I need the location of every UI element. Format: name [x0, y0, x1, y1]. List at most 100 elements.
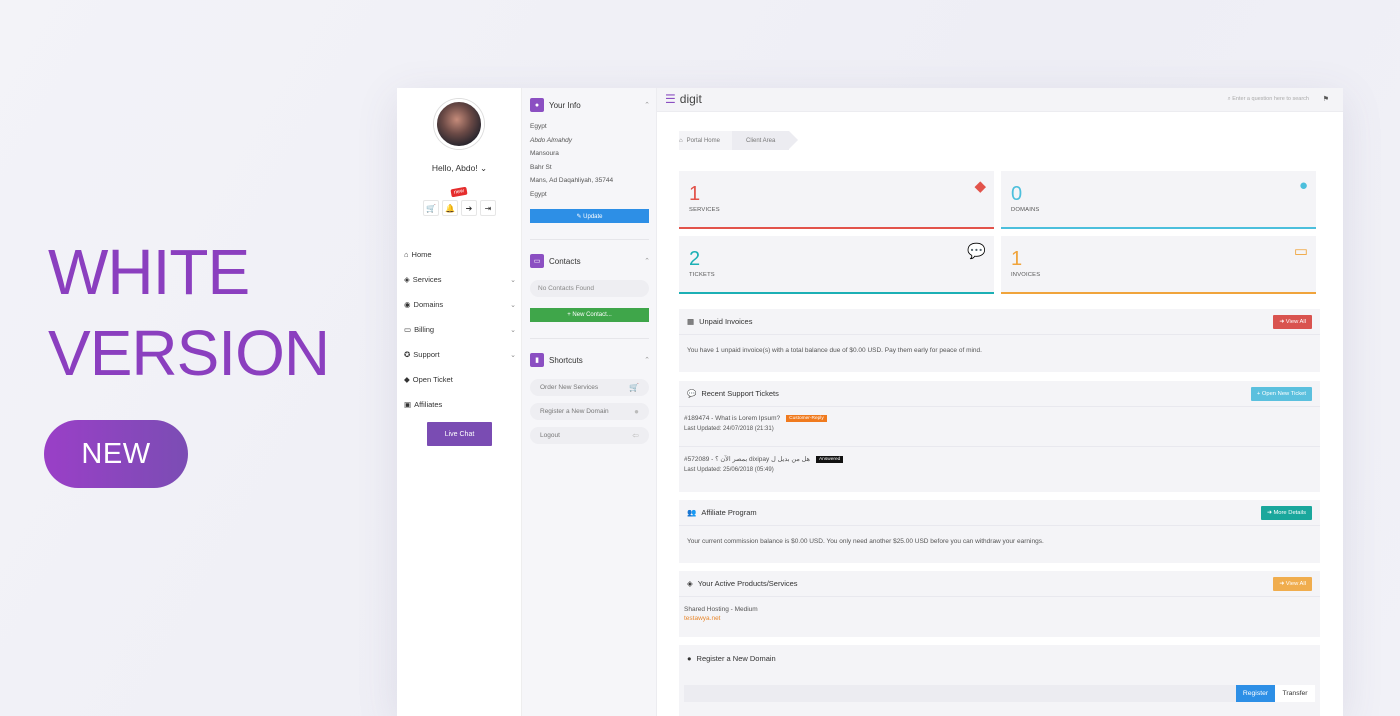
promo-new-badge: NEW — [44, 420, 188, 488]
avatar[interactable] — [434, 99, 484, 149]
topbar: ☰ digit ⌕ Enter a question here to search… — [657, 88, 1343, 112]
globe-icon: ● — [687, 653, 692, 663]
sidebar-item-home[interactable]: ⌂ Home — [404, 242, 516, 267]
stat-services[interactable]: 1 SERVICES ◆ — [679, 171, 994, 229]
sidebar: Hello, Abdo! ⌄ new 🛒 🔔 ➔ ⇥ ⌂ Home ◈ Servic… — [397, 88, 522, 716]
cart-icon: 🛒 — [629, 383, 639, 392]
globe-icon: ● — [1298, 177, 1308, 194]
sidebar-item-support[interactable]: ✪ Support ⌄ — [404, 342, 516, 367]
open-new-ticket-button[interactable]: + Open New Ticket — [1250, 386, 1312, 401]
stat-bar — [1001, 227, 1316, 229]
divider — [530, 239, 649, 240]
more-details-button[interactable]: ➜ More Details — [1260, 505, 1312, 520]
shortcuts-header[interactable]: ▮ Shortcuts ⌃ — [530, 352, 650, 368]
ticket-icon: ◆ — [404, 375, 410, 384]
active-products-panel: ◈ Your Active Products/Services ➜ View Al… — [679, 571, 1320, 637]
sidebar-item-billing[interactable]: ▭ Billing ⌄ — [404, 317, 516, 342]
chevron-up-icon[interactable]: ⌃ — [644, 356, 650, 364]
shortcut-register-domain[interactable]: Register a New Domain ● — [530, 403, 649, 420]
your-info-details: Egypt Abdo Almahdy Mansoura Bahr St Mans… — [530, 123, 614, 198]
logout-icon[interactable]: ⇥ — [480, 200, 496, 216]
status-badge: Answered — [815, 455, 844, 463]
bookmark-icon: ▮ — [530, 353, 544, 367]
greeting[interactable]: Hello, Abdo! ⌄ — [397, 163, 522, 174]
stat-bar — [679, 227, 994, 229]
search-icon: ⌕ — [1227, 96, 1231, 102]
shortcut-order-services[interactable]: Order New Services 🛒 — [530, 379, 649, 396]
breadcrumb: ⌂ Portal Home Client Area — [679, 131, 799, 150]
sidebar-item-affiliates[interactable]: ▣ Affiliates — [404, 392, 516, 417]
credit-card-icon: ▭ — [1293, 243, 1308, 260]
money-icon: ▣ — [404, 400, 412, 409]
sidebar-item-services[interactable]: ◈ Services ⌄ — [404, 267, 516, 292]
credit-card-icon: ▭ — [404, 325, 412, 334]
stat-domains[interactable]: 0 DOMAINS ● — [1001, 171, 1316, 229]
your-info-header[interactable]: ● Your Info ⌃ — [530, 97, 650, 113]
chevron-down-icon: ⌄ — [480, 163, 488, 173]
cart-icon[interactable]: 🛒 — [423, 200, 439, 216]
contacts-header[interactable]: ▭ Contacts ⌃ — [530, 253, 650, 269]
cube-icon: ◈ — [687, 579, 693, 588]
globe-icon: ● — [634, 407, 639, 416]
affiliate-panel: 👥 Affiliate Program ➜ More Details Your c… — [679, 500, 1320, 563]
no-contacts-text: No Contacts Found — [530, 280, 649, 297]
lifebuoy-icon: ✪ — [404, 350, 411, 359]
language-icon[interactable]: ⚑ — [1323, 95, 1329, 103]
register-domain-panel: ● Register a New Domain Register Transfer — [679, 645, 1320, 716]
cube-icon: ◆ — [974, 178, 986, 195]
cube-icon: ◈ — [404, 275, 410, 284]
product-domain-link[interactable]: testawya.net — [684, 615, 1315, 622]
chevron-up-icon[interactable]: ⌃ — [644, 101, 650, 109]
sidebar-item-open-ticket[interactable]: ◆ Open Ticket — [404, 367, 516, 392]
main-content: ☰ digit ⌕ Enter a question here to search… — [657, 88, 1343, 716]
quick-icons: 🛒 🔔 ➔ ⇥ — [423, 200, 496, 216]
stat-invoices[interactable]: 1 INVOICES ▭ — [1001, 236, 1316, 294]
unpaid-invoices-panel: ▦ Unpaid Invoices ➜ View All You have 1 u… — [679, 309, 1320, 372]
sidebar-item-domains[interactable]: ◉ Domains ⌄ — [404, 292, 516, 317]
transfer-button[interactable]: Transfer — [1275, 685, 1315, 702]
update-button[interactable]: ✎ Update — [530, 209, 649, 223]
logo[interactable]: ☰ digit — [665, 92, 702, 106]
info-column: ● Your Info ⌃ Egypt Abdo Almahdy Mansoura… — [522, 88, 657, 716]
chevron-up-icon[interactable]: ⌃ — [644, 257, 650, 265]
product-item[interactable]: Shared Hosting - Medium testawya.net — [679, 597, 1320, 622]
promo-line-2: VERSION — [48, 317, 330, 389]
divider — [530, 338, 649, 339]
search-input[interactable]: ⌕ Enter a question here to search — [1228, 96, 1309, 103]
domain-search-input[interactable] — [684, 685, 1236, 702]
chevron-down-icon: ⌄ — [510, 276, 516, 284]
ticket-row[interactable]: #572089 - بمصر الآن ؟ dixipay هل من بديل… — [679, 447, 1320, 473]
stat-tickets[interactable]: 2 TICKETS 💬 — [679, 236, 994, 294]
support-tickets-panel: 💬 Recent Support Tickets + Open New Ticke… — [679, 381, 1320, 492]
home-icon: ⌂ — [679, 137, 683, 144]
stat-bar — [1001, 292, 1316, 294]
user-icon: ● — [530, 98, 544, 112]
view-all-invoices-button[interactable]: ➜ View All — [1273, 314, 1312, 329]
app-window: Hello, Abdo! ⌄ new 🛒 🔔 ➔ ⇥ ⌂ Home ◈ Servic… — [397, 88, 1343, 716]
register-button[interactable]: Register — [1236, 685, 1275, 702]
stat-bar — [679, 292, 994, 294]
unpaid-invoices-text: You have 1 unpaid invoice(s) with a tota… — [687, 347, 982, 354]
affiliate-text: Your current commission balance is $0.00… — [687, 538, 1044, 545]
bell-icon[interactable]: 🔔 — [442, 200, 458, 216]
promo-title: WHITE VERSION — [48, 232, 330, 394]
status-badge: Customer-Reply — [786, 415, 827, 422]
comments-icon: 💬 — [687, 389, 697, 398]
calculator-icon: ▦ — [687, 317, 695, 326]
arrow-right-icon[interactable]: ➔ — [461, 200, 477, 216]
chevron-down-icon: ⌄ — [510, 301, 516, 309]
home-icon: ⌂ — [404, 250, 409, 259]
new-contact-button[interactable]: + New Contact... — [530, 308, 649, 322]
shortcut-logout[interactable]: Logout ⇦ — [530, 427, 649, 444]
database-icon: ☰ — [665, 92, 676, 106]
users-icon: 👥 — [687, 508, 697, 517]
breadcrumb-home[interactable]: ⌂ Portal Home — [679, 131, 732, 150]
chevron-down-icon: ⌄ — [510, 351, 516, 359]
breadcrumb-current: Client Area — [731, 131, 799, 150]
ticket-row[interactable]: #189474 - What is Lorem Ipsum? Customer-R… — [679, 407, 1320, 447]
view-all-products-button[interactable]: ➜ View All — [1273, 576, 1312, 591]
live-chat-button[interactable]: Live Chat — [427, 422, 492, 446]
folder-icon: ▭ — [530, 254, 544, 268]
globe-icon: ◉ — [404, 300, 411, 309]
sidebar-nav: ⌂ Home ◈ Services ⌄ ◉ Domains ⌄ ▭ Billing ⌄ ✪ Su… — [404, 242, 516, 417]
